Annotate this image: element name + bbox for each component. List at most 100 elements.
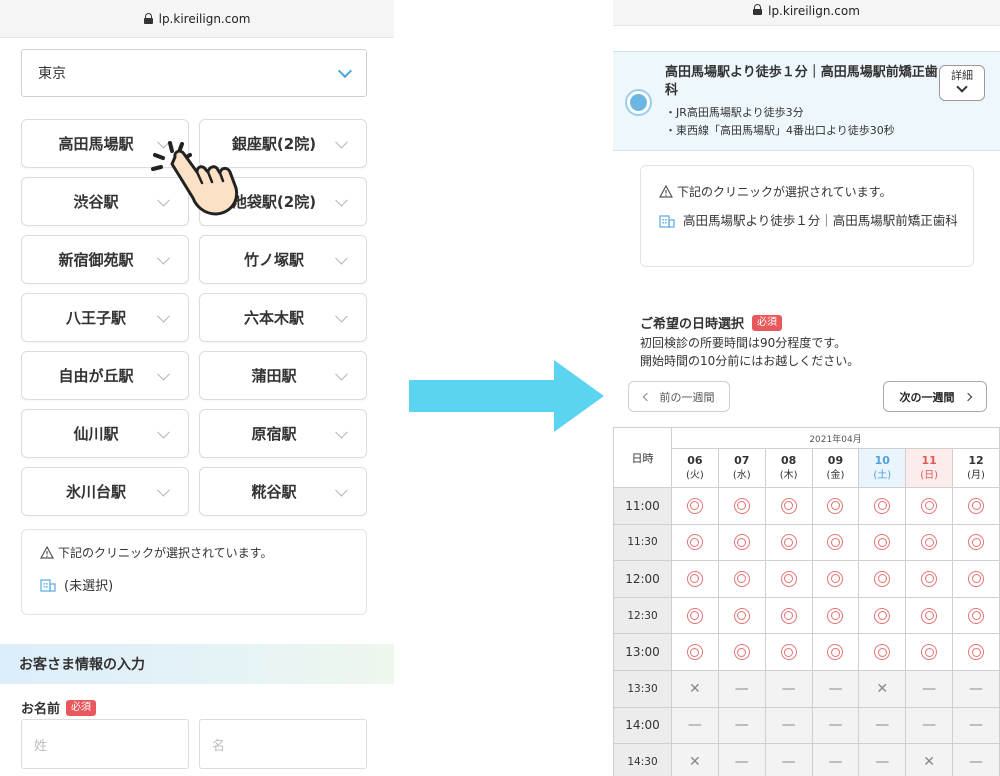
available-slot[interactable] [952,487,1000,525]
chevron-down-icon [157,425,170,439]
available-slot[interactable] [905,560,954,598]
building-icon [659,215,675,228]
station-label: 蒲田駅 [251,367,297,385]
station-button[interactable]: 新宿御苑駅 [21,235,189,284]
available-slot[interactable] [671,596,719,635]
double-circle-icon [921,570,938,587]
closed-slot: — [671,706,719,745]
required-badge: 必須 [66,699,97,716]
available-slot[interactable] [764,596,813,635]
day-header: 08 (木) [764,448,813,488]
available-slot[interactable] [858,487,907,525]
available-slot[interactable] [811,523,860,562]
station-button[interactable]: 糀谷駅 [199,467,367,516]
station-button[interactable]: 原宿駅 [199,409,367,458]
station-label: 渋谷駅 [73,193,119,211]
day-of-week: (月) [967,470,985,481]
available-slot[interactable] [811,596,860,635]
day-of-week: (土) [873,470,892,481]
available-slot[interactable] [717,560,766,598]
available-slot[interactable] [671,523,719,562]
available-slot[interactable] [764,487,813,525]
station-label: 八王子駅 [65,309,126,327]
url-text: lp.kireilign.com [158,11,251,26]
day-number: 06 [687,454,703,467]
url-bar[interactable]: lp.kireilign.com [0,0,394,38]
first-name-field[interactable]: 名 [199,719,367,769]
available-slot[interactable] [811,633,860,671]
double-circle-icon [874,644,891,661]
available-slot[interactable] [811,560,860,598]
double-circle-icon [780,497,797,514]
customer-info-heading: お客さま情報の入力 [0,644,394,684]
available-slot[interactable] [952,523,1000,562]
available-slot[interactable] [717,596,766,635]
available-slot[interactable] [858,523,907,562]
tap-hand-icon [151,141,239,216]
station-button[interactable]: 自由が丘駅 [21,351,189,400]
available-slot[interactable] [717,523,766,562]
available-slot[interactable] [764,560,813,598]
closed-slot: — [811,669,860,708]
station-button[interactable]: 仙川駅 [21,409,189,458]
double-circle-icon [733,497,750,514]
available-slot[interactable] [671,560,719,598]
station-label: 氷川台駅 [65,483,126,501]
closed-slot: — [764,669,813,708]
next-week-button[interactable]: 次の一週間 [883,381,987,412]
available-slot[interactable] [858,633,907,671]
available-slot[interactable] [905,596,954,635]
available-slot[interactable] [717,633,766,671]
warning-icon [40,546,54,559]
prev-week-button[interactable]: 前の一週間 [628,381,730,412]
chevron-down-icon [157,309,170,323]
url-bar[interactable]: lp.kireilign.com [613,0,1000,26]
last-name-field[interactable]: 姓 [21,719,189,769]
closed-slot: — [811,743,860,776]
station-button[interactable]: 八王子駅 [21,293,189,342]
right-screen: lp.kireilign.com 高田馬場駅より徒歩１分｜高田馬場駅前矯正歯科 … [613,0,1000,776]
station-button[interactable]: 六本木駅 [199,293,367,342]
selected-clinic-card[interactable]: 高田馬場駅より徒歩１分｜高田馬場駅前矯正歯科 ・JR高田馬場駅より徒歩3分 ・東… [613,51,1000,151]
full-slot: ✕ [905,743,954,776]
available-slot[interactable] [671,633,719,671]
station-label: 竹ノ塚駅 [243,251,304,269]
available-slot[interactable] [952,560,1000,598]
double-circle-icon [780,534,797,551]
double-circle-icon [686,497,703,514]
double-circle-icon [874,570,891,587]
available-slot[interactable] [764,633,813,671]
prefecture-select[interactable]: 東京 [21,49,367,97]
closed-slot: — [764,706,813,745]
available-slot[interactable] [717,487,766,525]
available-slot[interactable] [952,596,1000,635]
available-slot[interactable] [811,487,860,525]
time-row: 13:30 ✕ — — — ✕ — — [613,669,1000,708]
station-button[interactable]: 氷川台駅 [21,467,189,516]
chevron-down-icon [337,63,353,79]
detail-button[interactable]: 詳細 [939,65,985,101]
available-slot[interactable] [858,560,907,598]
next-week-label: 次の一週間 [899,390,955,404]
detail-label: 詳細 [951,69,973,82]
radio-selected-icon[interactable] [625,89,652,116]
available-slot[interactable] [764,523,813,562]
double-circle-icon [874,607,891,624]
station-label: 仙川駅 [73,425,119,443]
available-slot[interactable] [905,523,954,562]
warning-icon [659,185,673,198]
available-slot[interactable] [858,596,907,635]
double-circle-icon [733,607,750,624]
month-header: 2021年04月 [671,427,1000,449]
available-slot[interactable] [952,633,1000,671]
station-button[interactable]: 竹ノ塚駅 [199,235,367,284]
available-slot[interactable] [671,487,719,525]
closed-slot: — [717,743,766,776]
available-slot[interactable] [905,487,954,525]
station-button[interactable]: 蒲田駅 [199,351,367,400]
available-slot[interactable] [905,633,954,671]
selected-clinic-notice: 下記のクリニックが選択されています。 (未選択) [21,529,367,615]
time-label: 13:30 [613,669,672,708]
double-circle-icon [968,497,985,514]
datetime-heading: ご希望の日時選択 必須 [640,313,783,332]
